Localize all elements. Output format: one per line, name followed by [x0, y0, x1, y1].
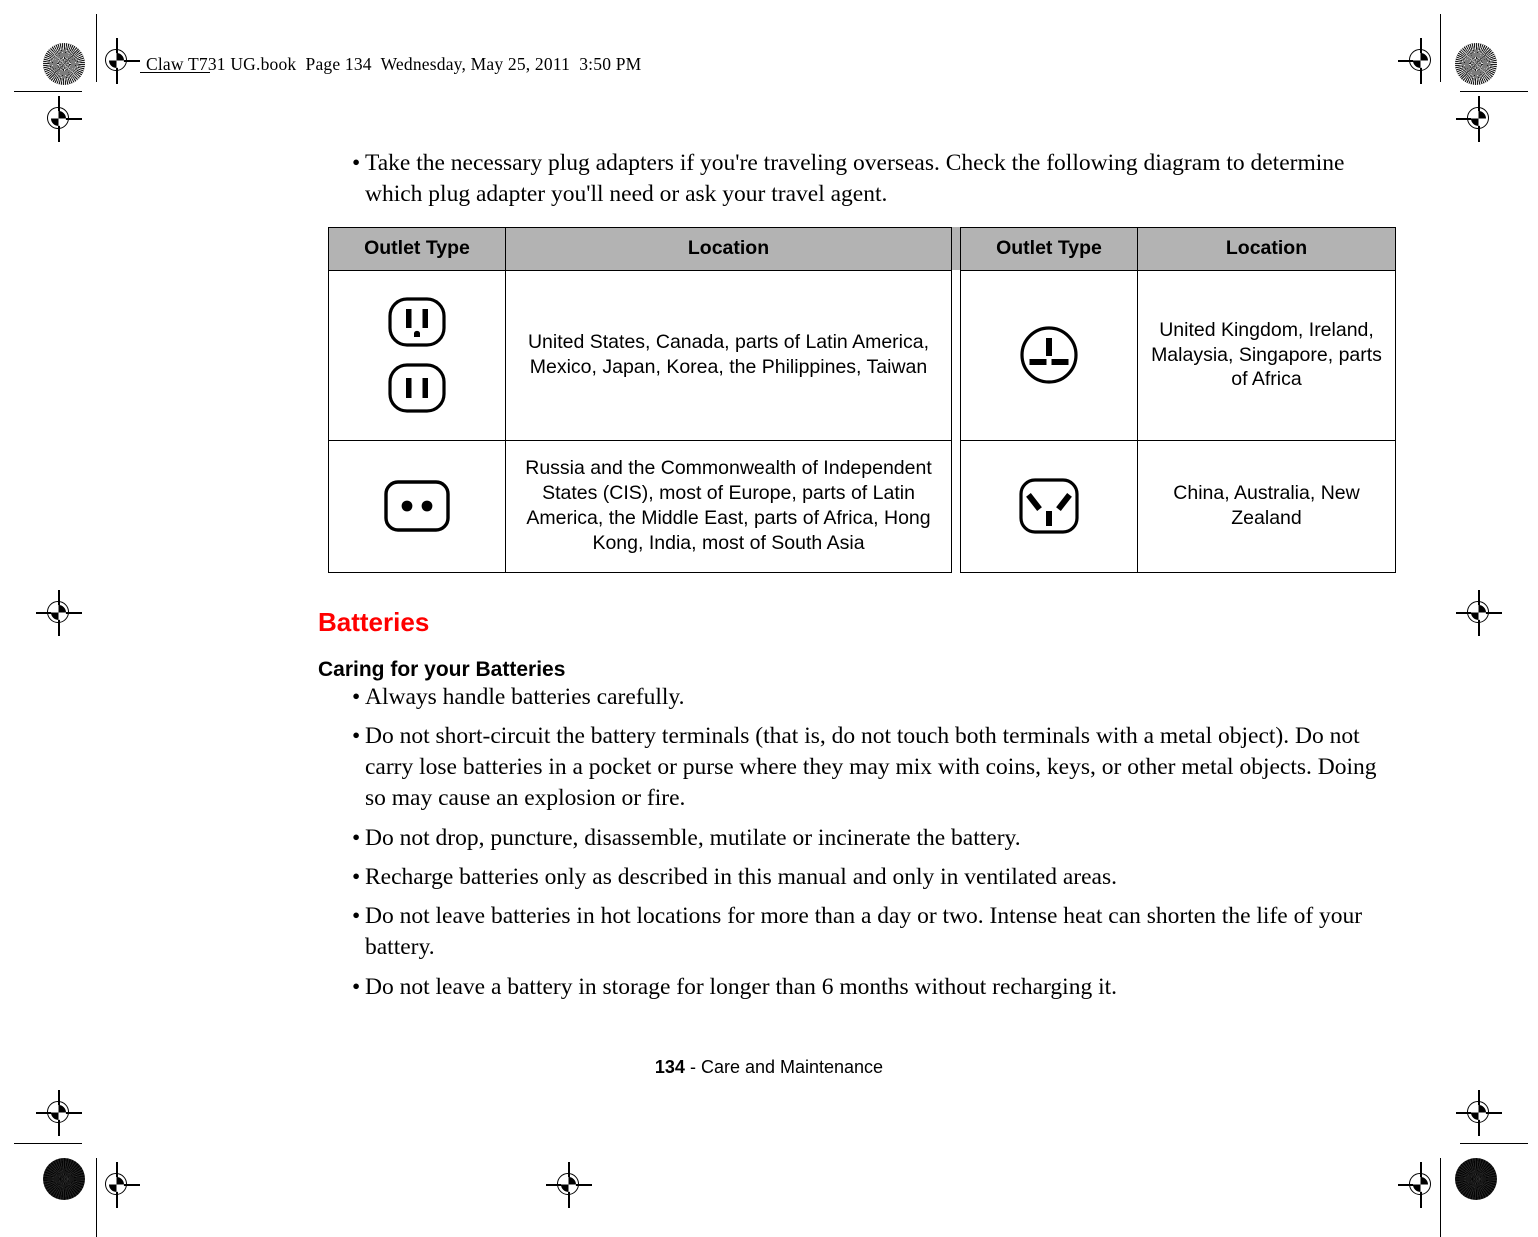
- registration-rosette-bottom-left: [43, 1158, 85, 1200]
- bullet-icon: •: [352, 973, 361, 1000]
- list-item: • Take the necessary plug adapters if yo…: [318, 148, 1378, 211]
- cell-outlet-icons-uk: [960, 269, 1138, 441]
- cell-location-europe: Russia and the Commonwealth of Independe…: [505, 439, 952, 573]
- footer-section-title: - Care and Maintenance: [684, 1057, 884, 1077]
- registration-target-right-lower: [1456, 1090, 1502, 1136]
- page-content: • Take the necessary plug adapters if yo…: [318, 148, 1396, 1011]
- bullet-icon: •: [352, 863, 361, 890]
- registration-rosette-bottom-right: [1455, 1158, 1497, 1200]
- list-item: • Recharge batteries only as described i…: [318, 862, 1378, 893]
- subsection-title: Caring for your Batteries: [318, 657, 566, 681]
- crop-line-bottom-left-vertical: [96, 1158, 98, 1237]
- header-outlet-type-left: Outlet Type: [328, 226, 506, 271]
- registration-target-left-middle: [36, 590, 82, 636]
- list-item: • Do not short-circuit the battery termi…: [318, 721, 1378, 815]
- battery-bullet-text: Do not leave a battery in storage for lo…: [365, 973, 1118, 1000]
- table-row: Russia and the Commonwealth of Independe…: [328, 439, 1396, 573]
- registration-target-left-upper: [36, 96, 82, 142]
- cell-outlet-icons-europlug: [328, 439, 506, 573]
- row-center-divider-1: [951, 270, 961, 440]
- crop-line-bottom-right-vertical: [1440, 1158, 1442, 1237]
- table-row: United States, Canada, parts of Latin Am…: [328, 269, 1396, 441]
- header-location-left: Location: [505, 226, 952, 271]
- bullet-icon: •: [352, 903, 361, 929]
- list-item: • Always handle batteries carefully.: [318, 682, 1378, 713]
- battery-care-bullet-list: • Always handle batteries carefully. • D…: [318, 682, 1378, 1003]
- bullet-icon: •: [352, 824, 361, 851]
- page-footer: 134 - Care and Maintenance: [0, 1057, 1538, 1078]
- cell-outlet-icons-australia: [960, 439, 1138, 573]
- outlet-table-container: Outlet Type Location Outlet Type Locatio…: [328, 226, 1396, 573]
- header-outlet-type-right: Outlet Type: [960, 226, 1138, 271]
- cell-location-oceania: China, Australia, New Zealand: [1137, 439, 1396, 573]
- row-center-divider-2: [951, 440, 961, 572]
- europlug-outlet-icon: [384, 480, 450, 532]
- crop-line-top-right-vertical: [1440, 14, 1442, 82]
- cell-outlet-icons-us: [328, 269, 506, 441]
- battery-bullet-text: Do not short-circuit the battery termina…: [365, 722, 1377, 812]
- registration-target-bottom-center: [546, 1162, 592, 1208]
- battery-bullet-text: Do not leave batteries in hot locations …: [365, 903, 1363, 961]
- list-item: • Do not drop, puncture, disassemble, mu…: [318, 823, 1378, 854]
- registration-target-right-upper: [1456, 96, 1502, 142]
- registration-target-right-middle: [1456, 590, 1502, 636]
- registration-rosette-top-right: [1455, 43, 1497, 85]
- cell-location-uk: United Kingdom, Ireland, Malaysia, Singa…: [1137, 269, 1396, 441]
- registration-target-top-right: [1398, 38, 1444, 84]
- registration-target-bottom-right: [1398, 1162, 1444, 1208]
- list-item: • Do not leave batteries in hot location…: [318, 901, 1378, 964]
- registration-target-bottom-left: [94, 1162, 140, 1208]
- intro-bullet-text: Take the necessary plug adapters if you'…: [365, 150, 1345, 208]
- uk-outlet-icon: [1020, 326, 1078, 384]
- crop-line-lower-left-horizontal: [14, 1143, 82, 1145]
- header-location-right: Location: [1137, 226, 1396, 271]
- page-title: Batteries: [318, 606, 430, 637]
- footer-page-number: 134: [654, 1057, 685, 1077]
- table-center-divider: [951, 227, 961, 270]
- registration-target-top-left: [94, 38, 140, 84]
- crop-line-upper-left-horizontal: [14, 91, 82, 93]
- book-header-line: Claw T731 UG.book Page 134 Wednesday, Ma…: [146, 54, 642, 74]
- us-ungrounded-outlet-icon: [388, 363, 446, 413]
- australia-outlet-icon: [1019, 478, 1079, 534]
- bullet-icon: •: [352, 150, 361, 176]
- table-header-row: Outlet Type Location Outlet Type Locatio…: [328, 226, 1396, 271]
- bullet-icon: •: [352, 722, 361, 749]
- battery-bullet-text: Recharge batteries only as described in …: [365, 863, 1117, 890]
- registration-target-left-lower: [36, 1090, 82, 1136]
- registration-rosette-top-left: [43, 43, 85, 85]
- intro-bullet-list: • Take the necessary plug adapters if yo…: [318, 148, 1378, 211]
- outlet-adapter-table: Outlet Type Location Outlet Type Locatio…: [328, 226, 1396, 573]
- crop-line-top-left-vertical: [96, 14, 98, 82]
- battery-bullet-text: Always handle batteries carefully.: [365, 683, 685, 710]
- battery-bullet-text: Do not drop, puncture, disassemble, muti…: [365, 824, 1021, 851]
- crop-line-lower-right-horizontal: [1460, 1143, 1528, 1145]
- list-item: • Do not leave a battery in storage for …: [318, 972, 1378, 1003]
- cell-location-us: United States, Canada, parts of Latin Am…: [505, 269, 952, 441]
- crop-line-top-right-horizontal: [1460, 91, 1528, 93]
- us-grounded-outlet-icon: [388, 297, 446, 347]
- bullet-icon: •: [352, 683, 361, 710]
